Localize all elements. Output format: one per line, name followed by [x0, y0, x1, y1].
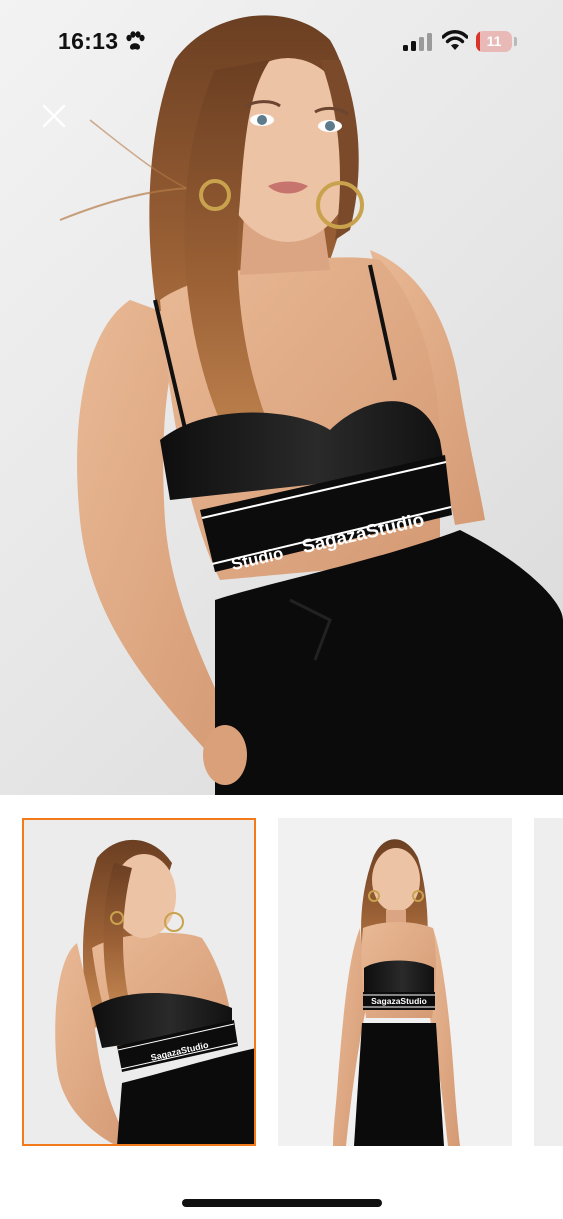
- paw-icon: [126, 31, 145, 50]
- close-button[interactable]: [38, 100, 70, 132]
- main-product-image[interactable]: SagazaStudio Studio: [0, 0, 563, 795]
- battery-level-text: 11: [486, 33, 502, 49]
- home-indicator[interactable]: [182, 1199, 382, 1207]
- product-image-viewer: SagazaStudio Studio 16:13 11 SagazaStudi…: [0, 0, 563, 1219]
- status-time: 16:13: [58, 28, 119, 54]
- close-icon: [42, 104, 66, 128]
- status-bar: 16:13 11: [0, 0, 563, 84]
- battery-cap: [514, 37, 517, 46]
- thumbnail-2[interactable]: SagazaStudio: [278, 818, 512, 1146]
- thumbnail-strip[interactable]: SagazaStudio SagazaStudio: [0, 795, 563, 1165]
- thumbnail-2-image: SagazaStudio: [278, 818, 512, 1146]
- battery-icon: 11: [476, 31, 512, 52]
- cellular-signal-icon: [403, 33, 432, 51]
- thumbnail-3[interactable]: [534, 818, 563, 1146]
- wifi-icon: [442, 30, 468, 50]
- thumbnail-1[interactable]: SagazaStudio: [22, 818, 256, 1146]
- thumbnail-2-brand-text: SagazaStudio: [371, 996, 427, 1006]
- thumbnail-1-image: SagazaStudio: [22, 818, 256, 1146]
- thumbnail-3-image: [534, 818, 563, 1146]
- model-photo: SagazaStudio Studio: [59, 15, 563, 795]
